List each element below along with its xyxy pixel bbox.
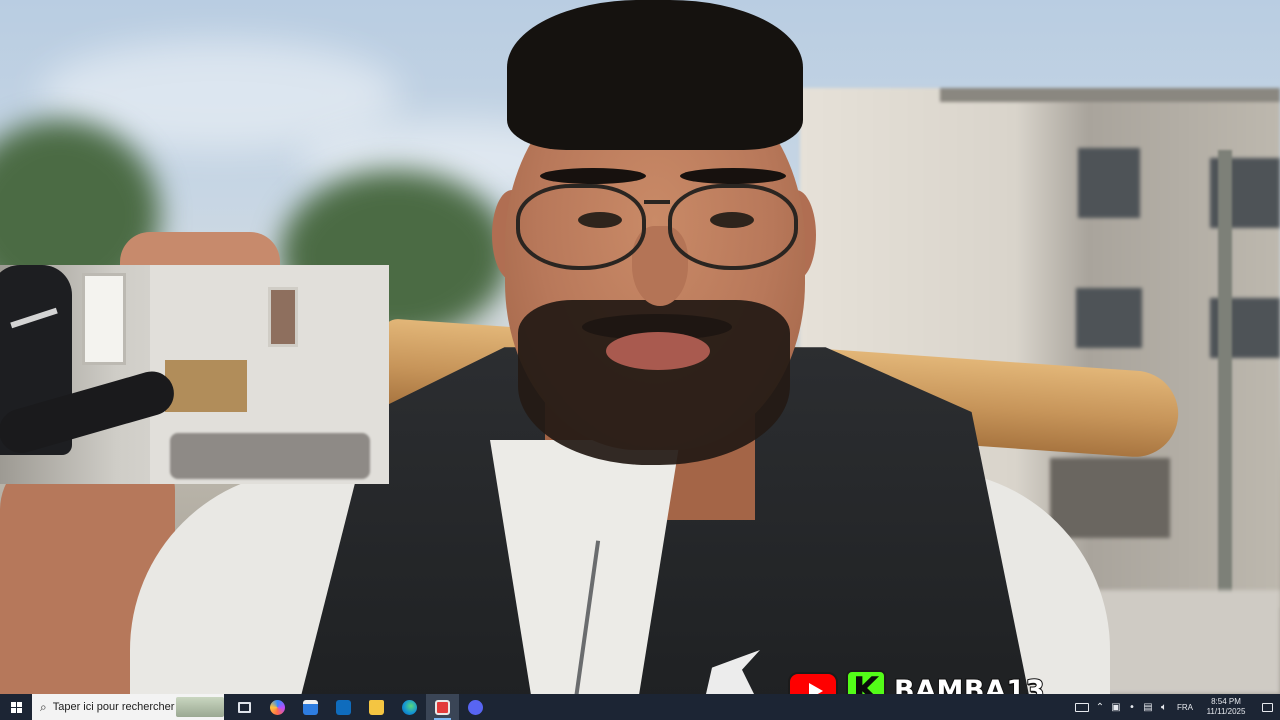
touch-keyboard-button[interactable] <box>1072 694 1092 720</box>
notifications-button[interactable] <box>1254 694 1280 720</box>
device-icon: ▣ <box>1111 701 1121 713</box>
glasses-lens <box>516 184 646 270</box>
street-lamp <box>1218 150 1232 610</box>
keyboard-icon <box>1075 702 1089 712</box>
copilot-icon <box>270 699 285 715</box>
taskbar-active-app[interactable] <box>426 694 459 720</box>
taskbar-file-explorer[interactable] <box>360 694 393 720</box>
search-highlight-image <box>176 697 224 717</box>
webcam-bed <box>170 433 370 479</box>
glasses-bridge <box>644 200 670 204</box>
eyebrow <box>540 168 646 184</box>
system-tray: ⌃ ▣ • ▤ 🔈︎ FRA 8:54 PM 11/11/2025 <box>1072 694 1280 720</box>
microphone-icon: • <box>1129 701 1135 713</box>
webcam-picture-frame <box>268 287 298 347</box>
app-icon <box>435 699 450 715</box>
taskbar-store[interactable] <box>294 694 327 720</box>
notification-icon <box>1261 702 1273 712</box>
outlook-icon <box>336 699 351 715</box>
taskbar-outlook[interactable] <box>327 694 360 720</box>
discord-icon <box>468 699 483 715</box>
tray-app-button[interactable]: ▣ <box>1108 694 1124 720</box>
search-placeholder: Taper ici pour rechercher <box>52 701 175 713</box>
webcam-desk <box>165 360 247 412</box>
store-icon <box>303 699 318 715</box>
start-button[interactable] <box>0 694 32 720</box>
speaker-icon: 🔈︎ <box>1161 701 1167 713</box>
language-indicator[interactable]: FRA <box>1172 694 1198 720</box>
microphone-button[interactable]: • <box>1124 694 1140 720</box>
windows-start-icon <box>10 701 22 713</box>
hair <box>507 0 803 150</box>
chevron-up-icon: ⌃ <box>1095 701 1105 713</box>
taskbar-apps <box>228 694 492 720</box>
taskbar-edge[interactable] <box>393 694 426 720</box>
network-icon: ▤ <box>1143 701 1153 713</box>
taskbar: ⌕ Taper ici pour rechercher ⌃ ▣ • ▤ 🔈︎ F… <box>0 694 1280 720</box>
eyebrow <box>680 168 786 184</box>
webcam-overlay <box>0 265 389 484</box>
taskbar-copilot[interactable] <box>261 694 294 720</box>
show-hidden-icons-button[interactable]: ⌃ <box>1092 694 1108 720</box>
network-button[interactable]: ▤ <box>1140 694 1156 720</box>
taskbar-discord[interactable] <box>459 694 492 720</box>
folder-icon <box>369 699 384 715</box>
taskbar-task-view[interactable] <box>228 694 261 720</box>
search-box[interactable]: ⌕ Taper ici pour rechercher <box>32 694 224 720</box>
clock-date: 11/11/2025 <box>1206 707 1246 716</box>
edge-icon <box>402 699 417 715</box>
clock[interactable]: 8:54 PM 11/11/2025 <box>1198 694 1254 720</box>
lips <box>606 332 710 370</box>
search-icon: ⌕ <box>40 699 47 714</box>
webcam-window <box>82 273 126 365</box>
task-view-icon <box>238 701 251 713</box>
glasses-lens <box>668 184 798 270</box>
clock-time: 8:54 PM <box>1211 697 1241 706</box>
volume-button[interactable]: 🔈︎ <box>1156 694 1172 720</box>
